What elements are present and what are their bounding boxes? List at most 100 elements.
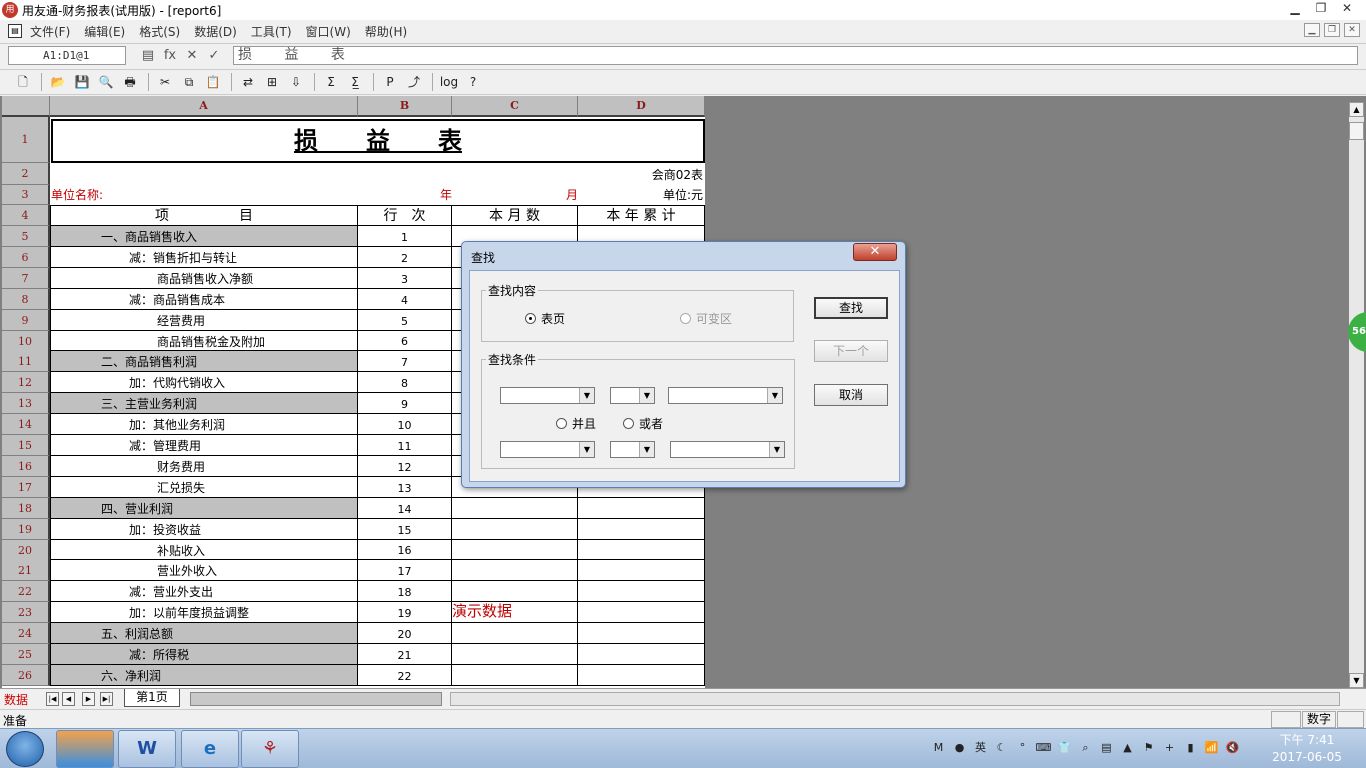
row-month-cell[interactable] bbox=[452, 540, 578, 560]
radio-page[interactable]: 表页 bbox=[525, 310, 565, 327]
condition1-operator-select[interactable]: ▼ bbox=[610, 387, 655, 404]
punctuation-icon[interactable]: ° bbox=[1014, 739, 1031, 756]
notes-icon[interactable]: ▤ bbox=[1098, 739, 1115, 756]
radio-and[interactable]: 并且 bbox=[556, 415, 596, 432]
export-icon[interactable]: ⤴ bbox=[403, 72, 425, 92]
row-header-16[interactable]: 16 bbox=[2, 456, 50, 477]
column-header-a[interactable]: A bbox=[50, 96, 358, 117]
row-item-cell[interactable]: 减：商品销售成本 bbox=[50, 289, 358, 310]
row-line-cell[interactable]: 4 bbox=[358, 289, 452, 310]
search-icon[interactable]: ⌕ bbox=[1077, 739, 1094, 756]
app-icon[interactable]: 用 bbox=[2, 2, 18, 18]
row-header-2[interactable]: 2 bbox=[2, 163, 50, 185]
skin-icon[interactable]: 👕 bbox=[1056, 739, 1073, 756]
row-line-cell[interactable]: 1 bbox=[358, 226, 452, 247]
row-item-cell[interactable]: 减：所得税 bbox=[50, 644, 358, 665]
log-icon[interactable]: log bbox=[438, 72, 460, 92]
taskbar-clock[interactable]: 下午 7:41 2017-06-05 bbox=[1270, 732, 1344, 766]
row-item-cell[interactable]: 五、利润总额 bbox=[50, 623, 358, 644]
column-header-b[interactable]: B bbox=[358, 96, 452, 117]
battery-icon[interactable]: ▮ bbox=[1182, 739, 1199, 756]
report-code[interactable]: 会商02表 bbox=[582, 165, 703, 185]
row-item-cell[interactable]: 减：管理费用 bbox=[50, 435, 358, 456]
table-header-3[interactable]: 本 年 累 计 bbox=[578, 205, 705, 226]
row-header-9[interactable]: 9 bbox=[2, 310, 50, 331]
sheet-tab-page1[interactable]: 第1页 bbox=[124, 689, 180, 707]
scroll-down-icon[interactable]: ▼ bbox=[1349, 673, 1364, 688]
row-header-6[interactable]: 6 bbox=[2, 247, 50, 268]
row-item-cell[interactable]: 加：以前年度损益调整 bbox=[50, 602, 358, 623]
keyboard-icon[interactable]: ⌨ bbox=[1035, 739, 1052, 756]
mdi-minimize-button[interactable]: ▁ bbox=[1304, 23, 1320, 37]
row-year-cell[interactable] bbox=[578, 519, 705, 540]
row-item-cell[interactable]: 加：投资收益 bbox=[50, 519, 358, 540]
row-line-cell[interactable]: 6 bbox=[358, 331, 452, 351]
row-item-cell[interactable]: 减：销售折扣与转让 bbox=[50, 247, 358, 268]
row-year-cell[interactable] bbox=[578, 498, 705, 519]
find-button[interactable]: 查找 bbox=[814, 297, 888, 319]
row-line-cell[interactable]: 20 bbox=[358, 623, 452, 644]
first-sheet-icon[interactable]: |◀ bbox=[46, 692, 59, 706]
row-header-5[interactable]: 5 bbox=[2, 226, 50, 247]
table-header-1[interactable]: 行 次 bbox=[358, 205, 452, 226]
row-year-cell[interactable] bbox=[578, 665, 705, 686]
menu-window[interactable]: 窗口(W) bbox=[306, 23, 351, 40]
row-line-cell[interactable]: 3 bbox=[358, 268, 452, 289]
formula-input[interactable]: 损 益 表 bbox=[233, 46, 1358, 65]
p-icon[interactable]: P bbox=[379, 72, 401, 92]
document-icon[interactable]: ▤ bbox=[8, 24, 22, 38]
row-line-cell[interactable]: 22 bbox=[358, 665, 452, 686]
row-item-cell[interactable]: 六、净利润 bbox=[50, 665, 358, 686]
function-wizard-icon[interactable]: ▤ bbox=[137, 48, 159, 63]
condition1-value-select[interactable]: ▼ bbox=[668, 387, 783, 404]
next-button[interactable]: 下一个 bbox=[814, 340, 888, 362]
network-icon[interactable]: 📶 bbox=[1203, 739, 1220, 756]
row-item-cell[interactable]: 营业外收入 bbox=[50, 560, 358, 581]
condition2-operator-select[interactable]: ▼ bbox=[610, 441, 655, 458]
insert-icon[interactable]: ⇄ bbox=[237, 72, 259, 92]
sum-icon[interactable]: Σ bbox=[320, 72, 342, 92]
row-header-10[interactable]: 10 bbox=[2, 331, 50, 352]
row-line-cell[interactable]: 12 bbox=[358, 456, 452, 477]
row-month-cell[interactable] bbox=[452, 665, 578, 686]
row-year-cell[interactable] bbox=[578, 581, 705, 602]
minimize-button[interactable]: ▁ bbox=[1282, 0, 1308, 18]
cut-icon[interactable]: ✂ bbox=[154, 72, 176, 92]
row-year-cell[interactable] bbox=[578, 560, 705, 581]
taskbar-app-word[interactable]: W bbox=[118, 730, 176, 768]
horizontal-scrollbar[interactable] bbox=[450, 692, 1340, 706]
scroll-thumb[interactable] bbox=[1349, 122, 1364, 140]
mdi-restore-button[interactable]: ❐ bbox=[1324, 23, 1340, 37]
scroll-up-icon[interactable]: ▲ bbox=[1349, 102, 1364, 117]
unit-label[interactable]: 单位:元 bbox=[622, 185, 703, 205]
row-line-cell[interactable]: 10 bbox=[358, 414, 452, 435]
row-item-cell[interactable]: 一、商品销售收入 bbox=[50, 226, 358, 247]
table-header-0[interactable]: 项 目 bbox=[50, 205, 358, 226]
row-header-1[interactable]: 1 bbox=[2, 117, 50, 163]
row-header-24[interactable]: 24 bbox=[2, 623, 50, 644]
save-icon[interactable]: 💾 bbox=[71, 72, 93, 92]
help-icon[interactable]: ? bbox=[462, 72, 484, 92]
condition2-field-select[interactable]: ▼ bbox=[500, 441, 595, 458]
row-item-cell[interactable]: 减：营业外支出 bbox=[50, 581, 358, 602]
row-month-cell[interactable] bbox=[452, 623, 578, 644]
last-sheet-icon[interactable]: ▶| bbox=[100, 692, 113, 706]
row-header-17[interactable]: 17 bbox=[2, 477, 50, 498]
start-button[interactable] bbox=[6, 731, 44, 767]
unit-name-label[interactable]: 单位名称: bbox=[51, 185, 171, 205]
row-item-cell[interactable]: 商品销售收入净额 bbox=[50, 268, 358, 289]
row-header-21[interactable]: 21 bbox=[2, 560, 50, 581]
row-item-cell[interactable]: 汇兑损失 bbox=[50, 477, 358, 498]
tab-splitter[interactable] bbox=[190, 692, 442, 706]
firefox-icon[interactable]: ● bbox=[951, 739, 968, 756]
row-header-11[interactable]: 11 bbox=[2, 351, 50, 372]
menu-file[interactable]: 文件(F) bbox=[30, 23, 70, 40]
taskbar-app-ie[interactable]: e bbox=[181, 730, 239, 768]
row-year-cell[interactable] bbox=[578, 623, 705, 644]
row-line-cell[interactable]: 13 bbox=[358, 477, 452, 498]
format-icon[interactable]: ⊞ bbox=[261, 72, 283, 92]
row-month-cell[interactable] bbox=[452, 644, 578, 665]
maximize-button[interactable]: ❐ bbox=[1308, 0, 1334, 18]
row-header-4[interactable]: 4 bbox=[2, 205, 50, 226]
prev-sheet-icon[interactable]: ◀ bbox=[62, 692, 75, 706]
